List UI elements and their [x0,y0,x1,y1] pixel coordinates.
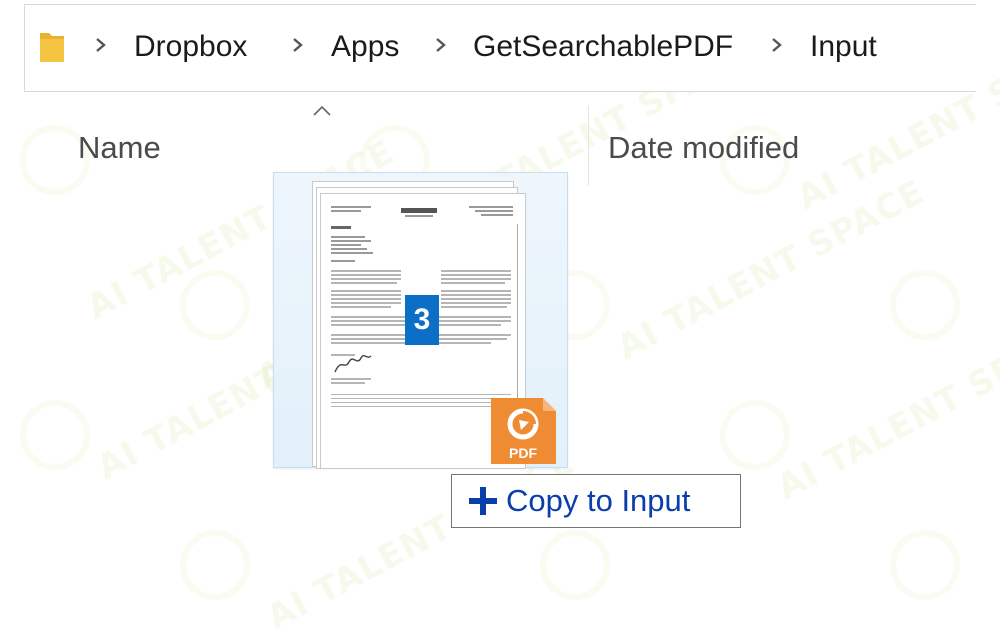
chevron-right-icon[interactable] [289,34,307,56]
pdf-file-icon: PDF [491,398,556,464]
watermark-logo [890,530,960,600]
watermark-logo [540,530,610,600]
breadcrumb-getsearchablepdf[interactable]: GetSearchablePDF [473,30,733,64]
chevron-right-icon[interactable] [768,34,786,56]
breadcrumb-dropbox[interactable]: Dropbox [134,30,247,64]
column-header-name[interactable]: Name [78,130,161,166]
watermark-text: AI TALENT SPACE [610,172,932,368]
chevron-right-icon[interactable] [432,34,450,56]
breadcrumb-apps[interactable]: Apps [331,30,399,64]
watermark-logo [720,400,790,470]
drag-drop-tooltip-text: Copy to Input [506,483,691,518]
chevron-right-icon[interactable] [92,34,110,56]
drag-drop-tooltip: Copy to Input [451,474,741,528]
watermark-text: AI TALENT SPACE [260,442,582,638]
pdf-file-label: PDF [509,445,537,461]
watermark-text: AI TALENT SPACE [770,312,1000,508]
folder-icon [40,33,64,62]
breadcrumb-input[interactable]: Input [810,30,877,64]
column-header-date-modified[interactable]: Date modified [608,130,799,166]
sort-ascending-icon [313,105,331,116]
item-count-badge: 3 [405,295,439,345]
watermark-logo [20,400,90,470]
column-divider[interactable] [588,106,589,186]
watermark-logo [890,270,960,340]
plus-icon [468,486,498,516]
watermark-logo [180,270,250,340]
watermark-logo [180,530,250,600]
